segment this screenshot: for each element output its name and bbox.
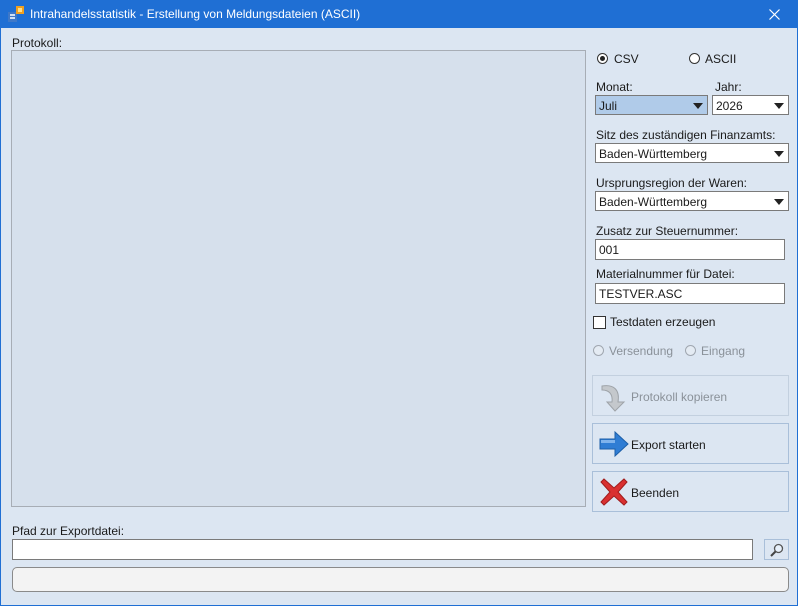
- finanzamt-label: Sitz des zuständigen Finanzamts:: [596, 128, 776, 142]
- curved-arrow-down-icon: [601, 385, 626, 412]
- chevron-down-icon: [693, 103, 703, 109]
- protokoll-kopieren-label: Protokoll kopieren: [631, 390, 728, 404]
- ascii-label[interactable]: ASCII: [705, 52, 736, 66]
- arrow-right-icon: [599, 430, 629, 458]
- testdaten-label[interactable]: Testdaten erzeugen: [610, 315, 715, 329]
- beenden-button[interactable]: Beenden: [592, 471, 789, 512]
- versendung-label: Versendung: [609, 344, 674, 358]
- eingang-label: Eingang: [701, 344, 746, 358]
- csv-radio-dot: [600, 56, 605, 61]
- region-value: Baden-Württemberg: [599, 195, 708, 209]
- jahr-select[interactable]: 2026: [712, 95, 789, 115]
- material-input[interactable]: [595, 283, 785, 304]
- versendung-radio[interactable]: [593, 345, 604, 356]
- zusatz-label: Zusatz zur Steuernummer:: [596, 224, 739, 238]
- export-starten-label: Export starten: [631, 438, 706, 452]
- close-button[interactable]: [753, 1, 797, 28]
- export-pfad-input[interactable]: [12, 539, 753, 560]
- progress-bar: [12, 567, 789, 592]
- protokoll-textarea[interactable]: [11, 50, 586, 507]
- protokoll-kopieren-button[interactable]: Protokoll kopieren: [592, 375, 789, 416]
- close-icon: [769, 9, 780, 20]
- beenden-label: Beenden: [631, 486, 680, 500]
- csv-label[interactable]: CSV: [614, 52, 639, 66]
- ascii-radio[interactable]: [689, 53, 700, 64]
- zusatz-input[interactable]: [595, 239, 785, 260]
- jahr-value: 2026: [716, 99, 743, 113]
- region-select[interactable]: Baden-Württemberg: [595, 191, 789, 211]
- eingang-radio[interactable]: [685, 345, 696, 356]
- app-icon: [8, 6, 24, 22]
- monat-select[interactable]: Juli: [595, 95, 708, 115]
- main-window: Intrahandelsstatistik - Erstellung von M…: [0, 0, 798, 606]
- jahr-label: Jahr:: [715, 80, 742, 94]
- monat-label: Monat:: [596, 80, 633, 94]
- material-label: Materialnummer für Datei:: [596, 267, 735, 281]
- chevron-down-icon: [774, 151, 784, 157]
- window-title: Intrahandelsstatistik - Erstellung von M…: [30, 7, 361, 21]
- csv-radio[interactable]: [597, 53, 608, 64]
- monat-value: Juli: [599, 99, 618, 113]
- export-pfad-label: Pfad zur Exportdatei:: [12, 524, 125, 538]
- title-bar[interactable]: Intrahandelsstatistik - Erstellung von M…: [1, 1, 797, 28]
- chevron-down-icon: [774, 199, 784, 205]
- close-x-icon: [600, 478, 628, 506]
- browse-button[interactable]: [764, 539, 789, 560]
- finanzamt-value: Baden-Württemberg: [599, 147, 708, 161]
- search-icon: [770, 543, 784, 557]
- finanzamt-select[interactable]: Baden-Württemberg: [595, 143, 789, 163]
- testdaten-checkbox[interactable]: [593, 316, 606, 329]
- protokoll-label: Protokoll:: [12, 36, 63, 50]
- chevron-down-icon: [774, 103, 784, 109]
- export-starten-button[interactable]: Export starten: [592, 423, 789, 464]
- region-label: Ursprungsregion der Waren:: [596, 176, 747, 190]
